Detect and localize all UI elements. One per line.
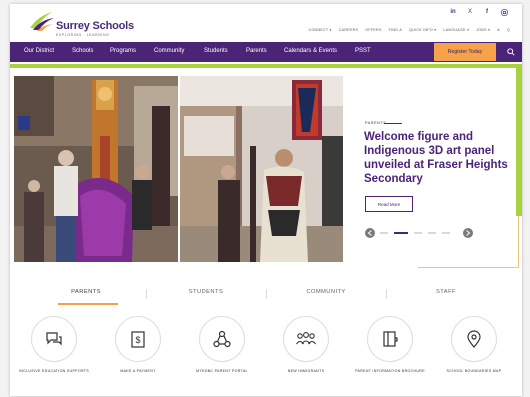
accent-bar-side: [516, 64, 522, 216]
slider-prev-button[interactable]: [365, 228, 375, 238]
nav-parents[interactable]: Parents: [246, 48, 267, 54]
quick-link-label: PARENT INFORMATION BROCHURE: [355, 369, 425, 373]
social-links: in X f: [449, 9, 508, 18]
quick-link-circle: $: [115, 316, 161, 362]
tab-parents[interactable]: PARENTS: [46, 289, 126, 295]
register-today-button[interactable]: Register Today: [434, 43, 496, 61]
facebook-icon[interactable]: f: [483, 9, 491, 18]
quick-link-label: MYEDBC PARENT PORTAL: [196, 369, 248, 373]
slider-controls: [364, 226, 474, 240]
eyebrow-divider: [384, 123, 402, 124]
utility-link-jobs[interactable]: JOBS ▾: [476, 28, 490, 32]
accent-bar: [10, 64, 522, 68]
quick-link-circle: [367, 316, 413, 362]
quick-link-circle: [451, 316, 497, 362]
quick-link-inclusive-education[interactable]: INCLUSIVE EDUCATION SUPPORTS: [14, 316, 94, 374]
quick-link-label: SCHOOL BOUNDARIES MAP: [446, 369, 502, 373]
quick-link-parent-brochure[interactable]: PARENT INFORMATION BROCHURE: [350, 316, 430, 374]
x-icon[interactable]: X: [466, 9, 474, 18]
tab-divider: [386, 289, 387, 299]
group-icon: [296, 332, 316, 345]
search-icon: [507, 48, 515, 56]
quick-link-myedbc-portal[interactable]: MYEDBC PARENT PORTAL: [182, 316, 262, 374]
quick-link-boundaries-map[interactable]: SCHOOL BOUNDARIES MAP: [434, 316, 514, 374]
utility-link-quick-info[interactable]: QUICK INFO ▾: [409, 28, 436, 32]
map-pin-icon: [467, 330, 481, 348]
utility-links: CONNECT ▾ CAREERS OFFERS FIND A QUICK IN…: [309, 28, 510, 32]
quick-link-label: MAKE A PAYMENT: [120, 369, 156, 373]
people-network-icon: [213, 330, 231, 348]
brochure-icon: [383, 331, 398, 347]
decorative-line: [418, 267, 518, 268]
utility-link-connect[interactable]: CONNECT ▾: [309, 28, 332, 32]
hero-headline[interactable]: Welcome figure and Indigenous 3D art pan…: [364, 130, 514, 186]
tab-students[interactable]: STUDENTS: [166, 289, 246, 295]
quick-link-label: NEW IMMIGRANTS: [287, 369, 325, 373]
nav-psst[interactable]: PSST: [355, 48, 371, 54]
hero-photo-welcome-figure: [14, 76, 178, 262]
nav-calendars-events[interactable]: Calendars & Events: [284, 48, 337, 54]
active-tab-indicator: [58, 303, 118, 305]
nav-students[interactable]: Students: [204, 48, 228, 54]
browser-page: Surrey Schools EXPLORING · LEARNING in X…: [10, 4, 522, 396]
utility-link-find[interactable]: FIND A: [389, 28, 402, 32]
quick-link-label: INCLUSIVE EDUCATION SUPPORTS: [19, 369, 89, 373]
read-more-button[interactable]: Read More: [365, 196, 413, 212]
logo-name: Surrey Schools: [56, 20, 134, 32]
slider-next-button[interactable]: [463, 228, 473, 238]
decorative-line: [518, 216, 519, 268]
svg-text:$: $: [135, 335, 140, 345]
nav-programs[interactable]: Programs: [110, 48, 136, 54]
instagram-icon[interactable]: [500, 9, 508, 18]
nav-schools[interactable]: Schools: [72, 48, 93, 54]
utility-link-a[interactable]: A: [497, 28, 500, 32]
utility-link-careers[interactable]: CAREERS: [339, 28, 358, 32]
utility-link-q[interactable]: Q: [507, 28, 510, 32]
hero-eyebrow: PARENTS: [365, 121, 387, 125]
tab-staff[interactable]: STAFF: [406, 289, 486, 295]
tab-community[interactable]: COMMUNITY: [286, 289, 366, 295]
tab-divider: [146, 289, 147, 299]
tab-divider: [266, 289, 267, 299]
logo-tagline: EXPLORING · LEARNING: [56, 33, 110, 37]
quick-link-circle: [31, 316, 77, 362]
nav-community[interactable]: Community: [154, 48, 184, 54]
utility-link-language[interactable]: LANGUAGE ▾: [443, 28, 469, 32]
nav-our-district[interactable]: Our District: [24, 48, 54, 54]
site-header: Surrey Schools EXPLORING · LEARNING in X…: [10, 4, 522, 42]
quick-link-new-immigrants[interactable]: NEW IMMIGRANTS: [266, 316, 346, 374]
linkedin-icon[interactable]: in: [449, 9, 457, 18]
search-button[interactable]: [500, 42, 522, 62]
logo-swoosh-icon: [30, 12, 54, 31]
quick-link-make-payment[interactable]: $ MAKE A PAYMENT: [98, 316, 178, 374]
audience-tabs: PARENTS STUDENTS COMMUNITY STAFF: [10, 286, 522, 306]
surrey-schools-logo[interactable]: Surrey Schools EXPLORING · LEARNING: [28, 10, 138, 38]
hero-photo-art-panel: [180, 76, 343, 262]
dollar-document-icon: $: [131, 331, 145, 348]
utility-link-offers[interactable]: OFFERS: [365, 28, 381, 32]
quick-link-circle: [199, 316, 245, 362]
quick-link-circle: [283, 316, 329, 362]
chat-bubbles-icon: [46, 332, 62, 346]
